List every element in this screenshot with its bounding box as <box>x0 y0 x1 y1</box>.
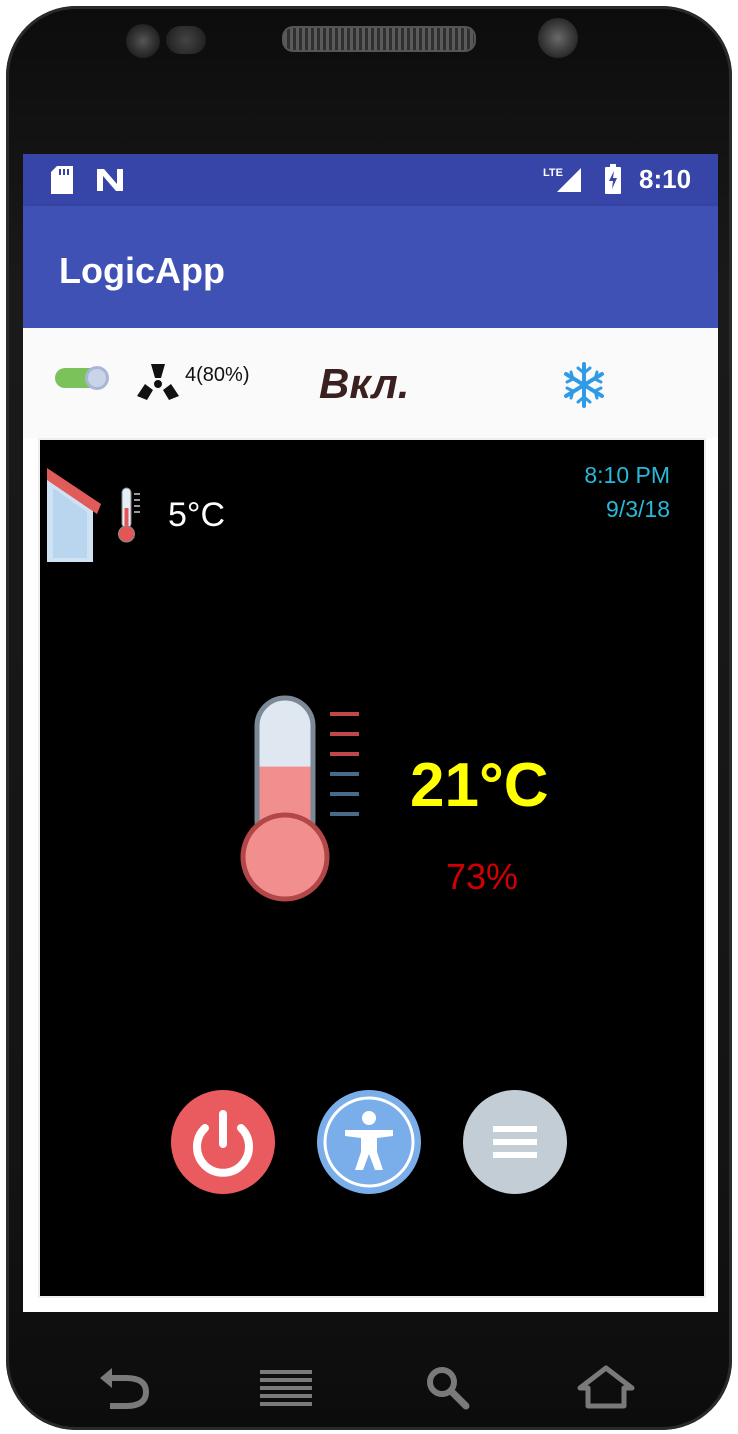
n-icon <box>97 169 123 191</box>
accessibility-button[interactable] <box>317 1090 421 1194</box>
camera-lens <box>538 18 578 58</box>
earpiece-speaker <box>282 26 476 52</box>
app-title: LogicApp <box>59 250 225 291</box>
lte-signal-icon: LTE <box>543 167 581 192</box>
fan-icon[interactable] <box>135 362 181 402</box>
climate-panel: 5°C 8:10 PM 9/3/18 21°C 73% <box>38 438 706 1298</box>
outdoor-temperature: 5°C <box>168 496 226 534</box>
snowflake-icon[interactable] <box>559 360 609 410</box>
menu-icon <box>493 1126 537 1158</box>
outdoor-thermometer-icon <box>118 487 140 543</box>
power-button[interactable] <box>171 1090 275 1194</box>
indoor-thermometer-icon <box>240 695 359 902</box>
mode-label[interactable]: Вкл. <box>319 360 409 408</box>
power-toggle[interactable] <box>55 366 113 390</box>
fan-speed-label: 4(80%) <box>185 364 250 386</box>
search-icon[interactable] <box>418 1362 478 1412</box>
screen: LTE 8:10 LogicApp 4(80%) Вкл. 5°C 8:10 P… <box>23 154 718 1312</box>
app-bar: LogicApp <box>23 206 718 328</box>
humidity-value: 73% <box>446 856 519 897</box>
back-icon[interactable] <box>96 1362 156 1412</box>
house-icon <box>47 468 101 562</box>
battery-charging-icon <box>605 164 621 194</box>
proximity-sensor <box>166 26 206 54</box>
accessibility-icon <box>323 1096 415 1188</box>
controls-row: 4(80%) Вкл. <box>23 328 718 438</box>
front-camera <box>126 24 160 58</box>
svg-text:LTE: LTE <box>543 167 563 179</box>
status-bar: LTE 8:10 <box>23 154 718 206</box>
menu-button[interactable] <box>463 1090 567 1194</box>
indoor-temperature: 21°C <box>410 751 549 820</box>
panel-time: 8:10 PM <box>584 462 670 488</box>
sd-card-icon <box>51 166 73 194</box>
panel-date: 9/3/18 <box>606 496 670 522</box>
home-icon[interactable] <box>576 1362 636 1412</box>
menu-key-icon[interactable] <box>256 1362 316 1412</box>
power-icon <box>193 1110 253 1177</box>
status-clock: 8:10 <box>639 164 692 194</box>
